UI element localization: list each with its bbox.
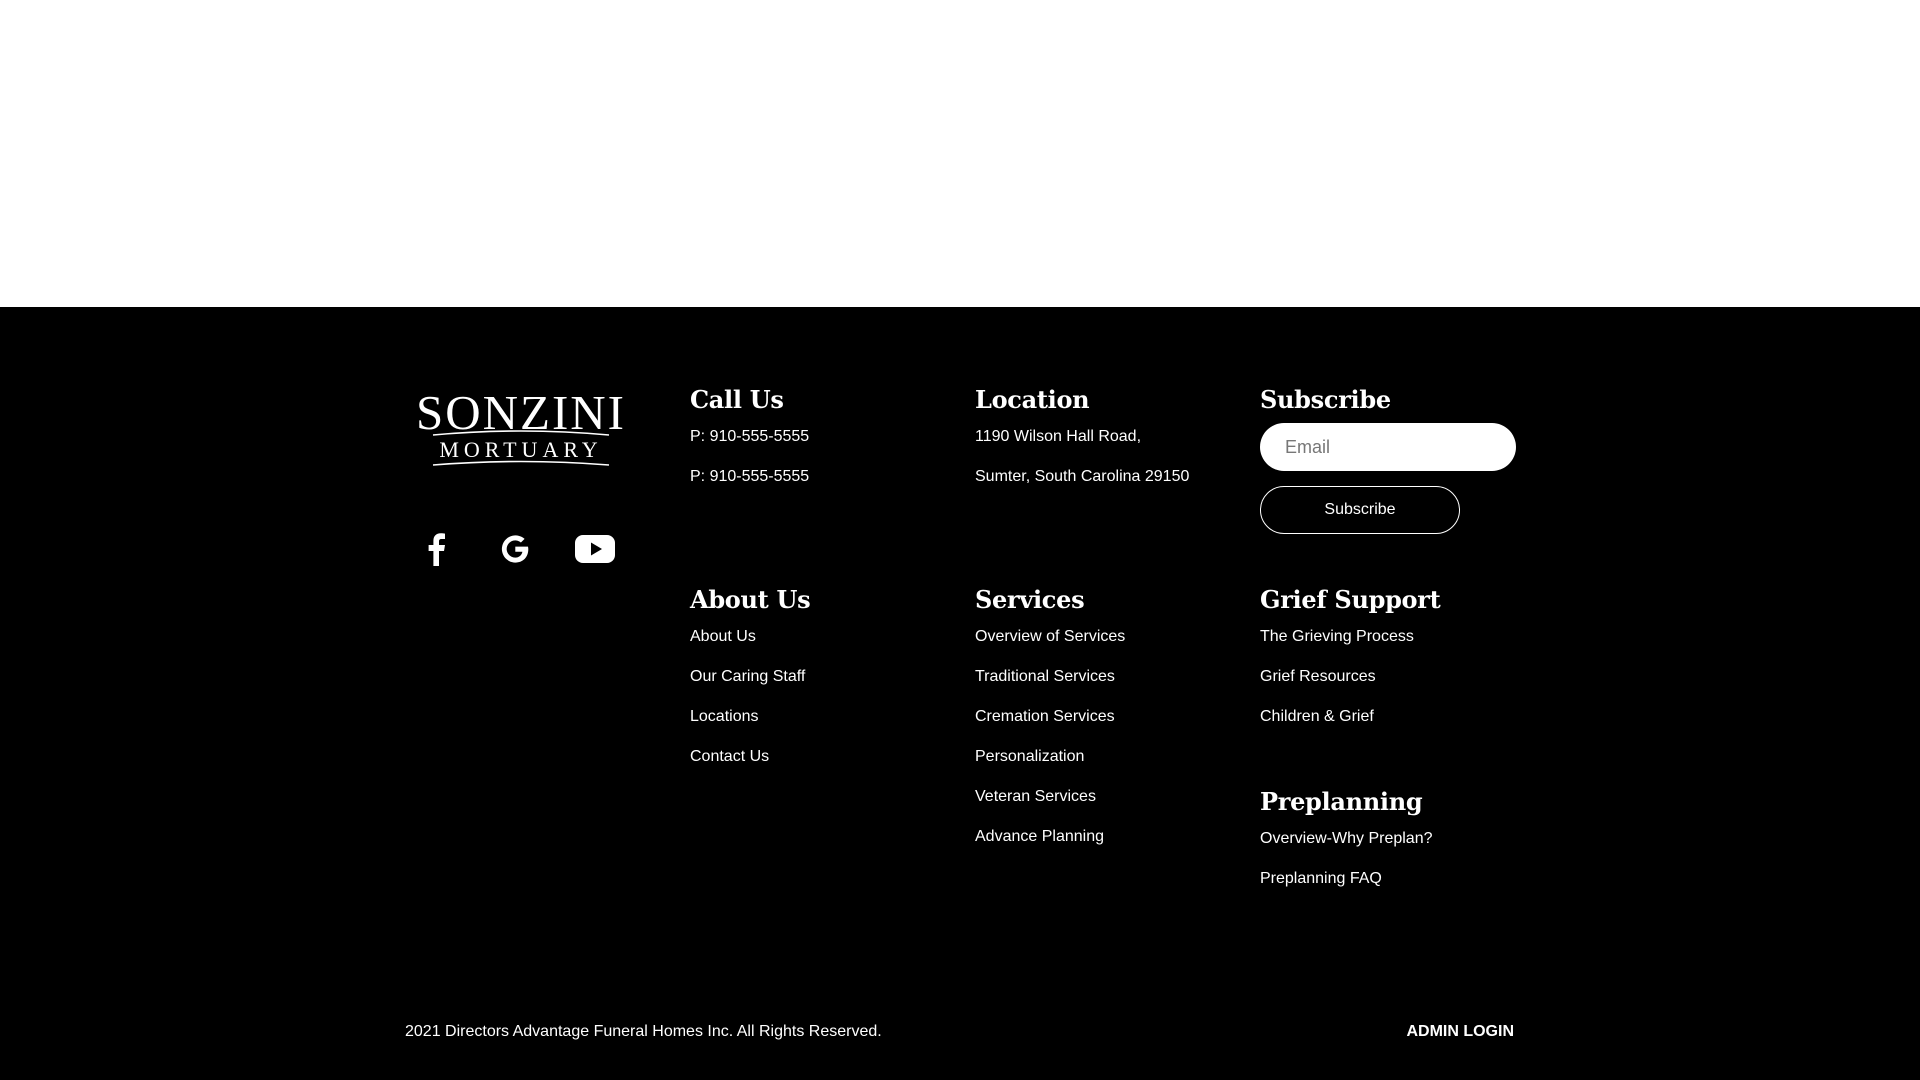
preplanning-section: Preplanning Overview-Why Preplan? Prepla… bbox=[1260, 787, 1530, 909]
services-heading: Services bbox=[975, 585, 1085, 614]
list-item: Our Caring Staff bbox=[690, 667, 960, 707]
veteran-services-link[interactable]: Veteran Services bbox=[975, 788, 1096, 805]
list-item: Overview-Why Preplan? bbox=[1260, 829, 1530, 869]
list-item: Locations bbox=[690, 707, 960, 747]
grieving-process-link[interactable]: The Grieving Process bbox=[1260, 628, 1414, 645]
social-links bbox=[405, 529, 637, 569]
address-line: 1190 Wilson Hall Road, bbox=[975, 428, 1142, 445]
email-input[interactable] bbox=[1260, 423, 1516, 471]
youtube-link[interactable] bbox=[575, 529, 615, 569]
logo-wordmark: SONZINI bbox=[416, 387, 626, 440]
list-item: Personalization bbox=[975, 747, 1245, 787]
about-us-heading: About Us bbox=[690, 585, 811, 614]
list-item: The Grieving Process bbox=[1260, 627, 1530, 667]
why-preplan-link[interactable]: Overview-Why Preplan? bbox=[1260, 830, 1433, 847]
copyright-text: 2021 Directors Advantage Funeral Homes I… bbox=[405, 1023, 882, 1040]
about-us-link[interactable]: About Us bbox=[690, 628, 756, 645]
list-item: Veteran Services bbox=[975, 787, 1245, 827]
locations-link[interactable]: Locations bbox=[690, 708, 759, 725]
grief-support-section: Grief Support The Grieving Process Grief… bbox=[1260, 585, 1530, 747]
google-link[interactable] bbox=[495, 529, 535, 569]
youtube-icon bbox=[575, 535, 615, 563]
phone-line: P: 910-555-5555 bbox=[690, 467, 960, 507]
preplanning-heading: Preplanning bbox=[1260, 787, 1423, 816]
phone-link[interactable]: P: 910-555-5555 bbox=[690, 428, 809, 445]
call-us-heading: Call Us bbox=[690, 385, 784, 414]
phone-line: P: 910-555-5555 bbox=[690, 427, 960, 467]
list-item: Grief Resources bbox=[1260, 667, 1530, 707]
list-item: Children & Grief bbox=[1260, 707, 1530, 747]
children-and-grief-link[interactable]: Children & Grief bbox=[1260, 708, 1374, 725]
preplanning-faq-link[interactable]: Preplanning FAQ bbox=[1260, 870, 1382, 887]
google-icon bbox=[501, 535, 529, 563]
facebook-link[interactable] bbox=[416, 529, 456, 569]
location-section: Location 1190 Wilson Hall Road, Sumter, … bbox=[975, 385, 1245, 507]
grief-resources-link[interactable]: Grief Resources bbox=[1260, 668, 1376, 685]
subscribe-heading: Subscribe bbox=[1260, 385, 1391, 414]
subscribe-section: Subscribe Subscribe bbox=[1260, 385, 1520, 534]
traditional-services-link[interactable]: Traditional Services bbox=[975, 668, 1115, 685]
list-item: Cremation Services bbox=[975, 707, 1245, 747]
list-item: Traditional Services bbox=[975, 667, 1245, 707]
personalization-link[interactable]: Personalization bbox=[975, 748, 1084, 765]
grief-support-heading: Grief Support bbox=[1260, 585, 1441, 614]
services-section: Services Overview of Services Traditiona… bbox=[975, 585, 1245, 867]
location-heading: Location bbox=[975, 385, 1090, 414]
contact-us-link[interactable]: Contact Us bbox=[690, 748, 769, 765]
advance-planning-link[interactable]: Advance Planning bbox=[975, 828, 1104, 845]
site-footer: SONZINI MORTUARY Call Us P: 910-555-5555… bbox=[0, 307, 1920, 1080]
phone-link[interactable]: P: 910-555-5555 bbox=[690, 468, 809, 485]
logo-subtitle: MORTUARY bbox=[439, 437, 602, 462]
list-item: About Us bbox=[690, 627, 960, 667]
our-caring-staff-link[interactable]: Our Caring Staff bbox=[690, 668, 805, 685]
call-us-section: Call Us P: 910-555-5555 P: 910-555-5555 bbox=[690, 385, 960, 507]
page-content-area bbox=[0, 0, 1920, 307]
admin-login-link[interactable]: ADMIN LOGIN bbox=[1406, 1022, 1514, 1042]
subscribe-button[interactable]: Subscribe bbox=[1260, 486, 1460, 534]
about-us-section: About Us About Us Our Caring Staff Locat… bbox=[690, 585, 960, 787]
list-item: Preplanning FAQ bbox=[1260, 869, 1530, 909]
address-line: Sumter, South Carolina 29150 bbox=[975, 468, 1190, 485]
list-item: Overview of Services bbox=[975, 627, 1245, 667]
sonzini-mortuary-logo[interactable]: SONZINI MORTUARY bbox=[405, 387, 637, 473]
facebook-icon bbox=[428, 533, 445, 566]
list-item: Contact Us bbox=[690, 747, 960, 787]
list-item: Advance Planning bbox=[975, 827, 1245, 867]
cremation-services-link[interactable]: Cremation Services bbox=[975, 708, 1115, 725]
overview-of-services-link[interactable]: Overview of Services bbox=[975, 628, 1125, 645]
